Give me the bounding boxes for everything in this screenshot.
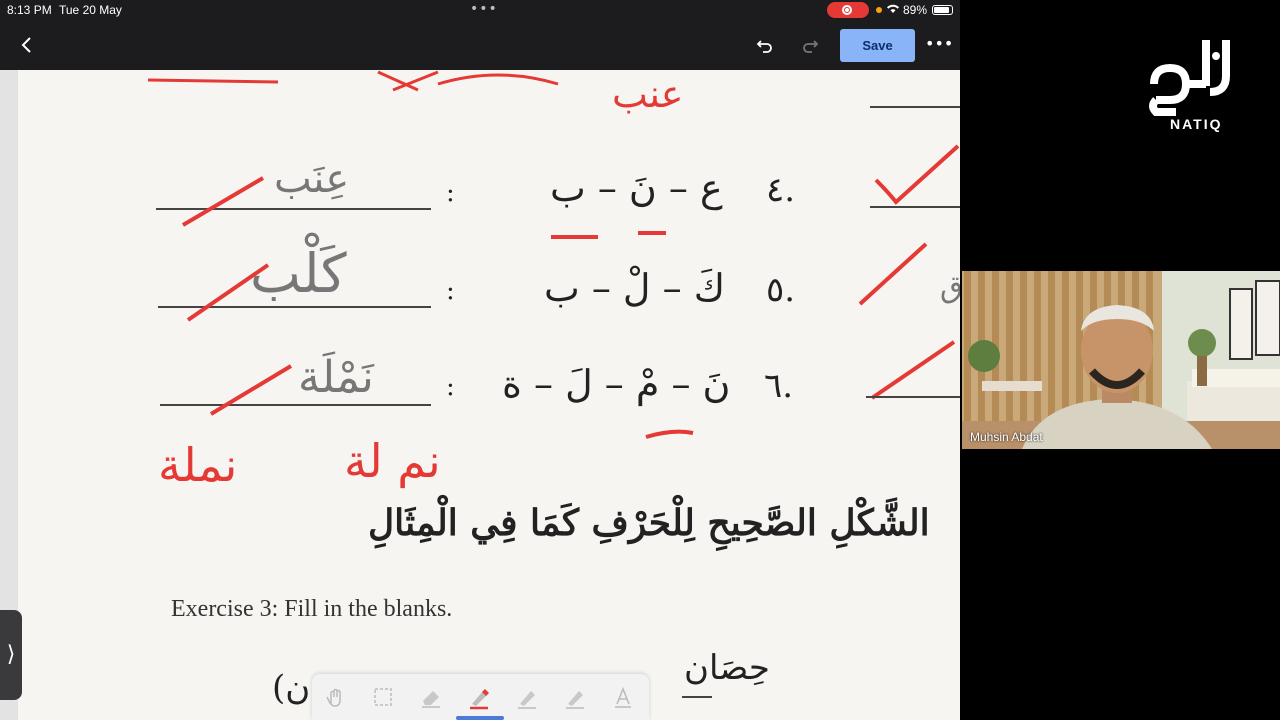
side-panel-handle[interactable]: ⟩ <box>0 610 22 700</box>
app-toolbar: Save ••• <box>0 20 960 70</box>
right-column-letter-2: ق <box>940 270 960 305</box>
screen-recording-icon[interactable] <box>827 2 869 18</box>
answer-line-partial <box>870 106 960 108</box>
eraser-tool-icon[interactable] <box>418 684 444 710</box>
instruction-arabic: الشَّكْلِ الصَّحِيحِ لِلْحَرْفِ كَمَا فِ… <box>368 502 930 544</box>
row-6-letters: نَ – مْ – لَ – ة <box>502 362 731 406</box>
red-annotation-top: عنب <box>612 72 684 116</box>
battery-icon <box>932 5 953 15</box>
pen-tool-icon[interactable] <box>514 684 540 710</box>
bottom-word-underline <box>682 696 712 698</box>
bottom-word: حِصَان <box>684 648 770 688</box>
red-check-row-4 <box>181 176 265 227</box>
worksheet-page[interactable]: عنب ٤. ع – نَ – ب : عِنَب ٥. كَ – لْ – ب… <box>18 70 960 720</box>
redo-button[interactable] <box>798 33 822 57</box>
hand-tool-icon[interactable] <box>322 684 348 710</box>
row-6-colon: : <box>446 372 455 402</box>
back-button[interactable] <box>16 33 38 57</box>
pen-toolbar <box>312 674 649 720</box>
red-check-right-3 <box>870 340 956 400</box>
participant-name: Muhsin Abdat <box>970 430 1043 444</box>
red-pen-tool-icon[interactable] <box>466 684 492 710</box>
status-time: 8:13 PM <box>7 3 52 17</box>
status-date: Tue 20 May <box>59 3 122 17</box>
row-4-colon: : <box>446 178 455 208</box>
red-check-row-6 <box>209 364 293 416</box>
participant-video[interactable]: Muhsin Abdat <box>962 271 1280 449</box>
highlighter-tool-icon[interactable] <box>562 684 588 710</box>
save-button[interactable]: Save <box>840 29 915 62</box>
text-tool-icon[interactable] <box>610 684 636 710</box>
red-underline-row-6 <box>645 429 694 439</box>
ipad-screen: 8:13 PM Tue 20 May ••• 89% Save ••• عنب … <box>0 0 960 720</box>
red-check-right-1 <box>874 144 960 205</box>
row-5-number: ٥. <box>766 270 796 310</box>
undo-button[interactable] <box>753 33 777 57</box>
row-6-answer: نَمْلَة <box>298 352 374 403</box>
wifi-icon <box>886 3 900 17</box>
row-5-colon: : <box>446 276 455 306</box>
more-options-icon[interactable]: ••• <box>925 32 953 56</box>
row-4-answer: عِنَب <box>274 156 350 202</box>
multitasking-dots-icon[interactable]: ••• <box>470 1 498 17</box>
selection-tool-icon[interactable] <box>370 684 396 710</box>
row-6-number: ٦. <box>764 366 794 406</box>
red-check-row-5 <box>186 263 270 322</box>
red-annotation-bottom-right: نم لة <box>344 434 441 488</box>
webcam-scene <box>962 271 1280 449</box>
red-underline-row-4 <box>551 231 666 239</box>
active-tool-indicator <box>456 716 504 720</box>
row-4-number: ٤. <box>766 170 796 210</box>
red-annotation-bottom-left: نملة <box>158 438 238 492</box>
row-5-letters: كَ – لْ – ب <box>544 266 726 310</box>
mic-in-use-indicator <box>876 7 882 13</box>
status-bar: 8:13 PM Tue 20 May ••• 89% <box>0 0 960 20</box>
logo-text: NATIQ <box>1170 116 1223 132</box>
bottom-partial-text: (ن <box>272 668 311 708</box>
row-4-letters: ع – نَ – ب <box>550 166 723 210</box>
right-answer-line-3 <box>866 396 960 398</box>
battery-percentage: 89% <box>903 3 928 17</box>
exercise-3-title: Exercise 3: Fill in the blanks. <box>171 596 453 622</box>
